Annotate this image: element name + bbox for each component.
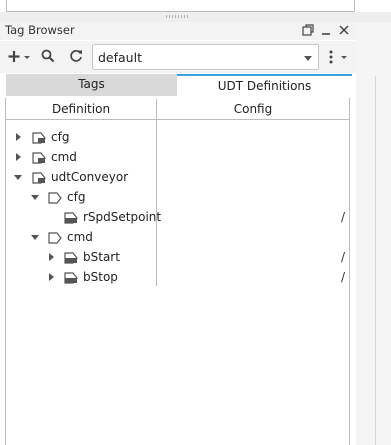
expand-arrow-icon[interactable]	[49, 273, 54, 281]
tag-provider-value: default	[98, 50, 142, 65]
panel-splitter[interactable]	[0, 12, 391, 22]
tree-row-label[interactable]: udtConveyor	[51, 170, 128, 184]
collapse-arrow-icon[interactable]	[31, 195, 39, 200]
minimize-icon[interactable]	[320, 24, 332, 36]
udt-folder-icon	[32, 132, 46, 144]
tab-tags[interactable]: Tags	[6, 74, 177, 96]
udt-definition-icon	[32, 172, 46, 184]
column-divider	[156, 120, 157, 286]
tab-udt-definitions-label: UDT Definitions	[217, 79, 312, 93]
tab-udt-definitions[interactable]: UDT Definitions	[177, 74, 352, 96]
tab-tags-label: Tags	[78, 77, 105, 91]
tree-row-config: /	[341, 250, 346, 264]
collapse-arrow-icon[interactable]	[14, 175, 22, 180]
tree-row-label[interactable]: bStart	[83, 250, 120, 264]
panel-title: Tag Browser	[5, 23, 75, 37]
tree-row-label[interactable]: cfg	[51, 130, 69, 144]
chevron-down-icon[interactable]	[304, 56, 312, 61]
splitter-grip-icon[interactable]	[166, 15, 188, 18]
search-icon[interactable]	[41, 49, 55, 67]
collapse-arrow-icon[interactable]	[31, 235, 39, 240]
refresh-icon[interactable]	[69, 49, 83, 67]
right-dock-strip	[356, 22, 391, 445]
tree-row-label[interactable]: rSpdSetpoint	[83, 210, 161, 224]
previous-panel-edge	[6, 0, 355, 12]
folder-tag-icon	[48, 192, 62, 204]
folder-tag-icon	[48, 232, 62, 244]
memory-tag-icon	[64, 252, 78, 264]
float-window-icon[interactable]	[302, 24, 314, 36]
add-tag-button[interactable]	[7, 49, 33, 69]
tree-row-label[interactable]: cfg	[67, 190, 85, 204]
scrollbar-track[interactable]	[375, 76, 376, 445]
udt-folder-icon	[32, 152, 46, 164]
tree-row-label[interactable]: cmd	[67, 230, 93, 244]
more-options-button[interactable]	[327, 49, 351, 69]
close-icon[interactable]	[338, 24, 350, 36]
expand-arrow-icon[interactable]	[16, 133, 21, 141]
tree-row-config: /	[341, 270, 346, 284]
column-header-definition[interactable]: Definition	[6, 99, 157, 120]
expand-arrow-icon[interactable]	[16, 153, 21, 161]
memory-tag-icon	[64, 272, 78, 284]
tree-row-label[interactable]: cmd	[51, 150, 77, 164]
tree-row-config: /	[341, 210, 346, 224]
expand-arrow-icon[interactable]	[49, 253, 54, 261]
memory-tag-icon	[64, 212, 78, 224]
column-header-config[interactable]: Config	[157, 99, 349, 120]
tree-row-label[interactable]: bStop	[83, 270, 118, 284]
